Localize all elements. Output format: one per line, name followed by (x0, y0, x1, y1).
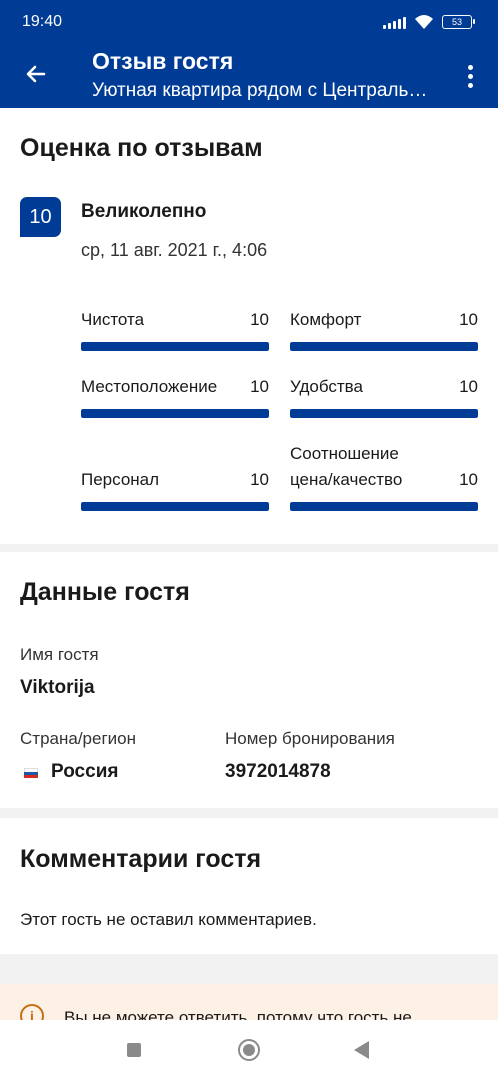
wifi-icon (415, 15, 433, 29)
category-bar (81, 502, 269, 511)
back-button[interactable] (18, 56, 54, 92)
category-score: 10 (250, 377, 269, 396)
battery-level: 53 (451, 17, 462, 27)
arrow-left-icon (26, 65, 46, 83)
booking-number-label: Номер бронирования (225, 729, 395, 748)
category-score: 10 (250, 470, 269, 489)
category-score: 10 (459, 377, 478, 396)
category-bar (81, 342, 269, 351)
category-score: 10 (250, 310, 269, 329)
category-label-line1: Соотношение (290, 444, 399, 463)
more-options-button[interactable] (456, 58, 484, 94)
info-icon: i (20, 1004, 44, 1020)
system-nav-bar (0, 1020, 498, 1080)
category-bar (290, 342, 478, 351)
category-bar-fill (290, 502, 478, 511)
status-time: 19:40 (22, 13, 63, 30)
system-back-button[interactable] (354, 1041, 369, 1059)
guest-section-title: Данные гостя (20, 578, 190, 606)
booking-number: 3972014878 (225, 761, 331, 782)
category-label: Персонал (81, 470, 160, 489)
score-word: Великолепно (81, 201, 207, 222)
guest-section: Данные гостя Имя гостя Viktorija Страна/… (0, 552, 498, 808)
score-badge: 10 (20, 197, 61, 237)
category-label-line2: цена/качество (290, 470, 403, 489)
category-score: 10 (459, 470, 478, 489)
app-bar: Отзыв гостя Уютная квартира рядом с Цент… (0, 44, 498, 108)
page-title: Отзыв гостя (92, 48, 234, 74)
comment-text: Этот гость не оставил комментариев. (20, 910, 317, 929)
category-location: Местоположение 10 (81, 373, 269, 421)
country-label: Страна/регион (20, 729, 136, 748)
rating-section: Оценка по отзывам 10 Великолепно ср, 11 … (0, 108, 498, 544)
category-bar-fill (81, 502, 269, 511)
rating-section-title: Оценка по отзывам (20, 134, 263, 162)
category-label: Чистота (81, 310, 145, 329)
home-button[interactable] (238, 1039, 260, 1061)
status-bar: 19:40 53 (0, 0, 498, 44)
category-bar-fill (81, 409, 269, 418)
category-bar-fill (81, 342, 269, 351)
category-bar (290, 409, 478, 418)
guest-name-label: Имя гостя (20, 645, 99, 664)
comments-section-title: Комментарии гостя (20, 845, 262, 873)
category-bar-fill (290, 342, 478, 351)
status-icons: 53 (383, 12, 475, 32)
category-label: Комфорт (290, 310, 362, 329)
category-label: Местоположение (81, 377, 218, 396)
category-comfort: Комфорт 10 (290, 306, 478, 354)
comments-section: Комментарии гостя Этот гость не оставил … (0, 818, 498, 954)
signal-icon (383, 15, 406, 29)
category-staff: Персонал 10 (81, 440, 269, 520)
category-bar (290, 502, 478, 511)
category-bar-fill (290, 409, 478, 418)
battery-icon: 53 (442, 15, 475, 29)
category-cleanliness: Чистота 10 (81, 306, 269, 354)
recents-button[interactable] (127, 1043, 141, 1057)
category-value-for-money: Соотношение цена/качество 10 (290, 440, 478, 520)
category-score: 10 (459, 310, 478, 329)
russia-flag-icon (24, 768, 38, 778)
notice-text: Вы не можете ответить, потому что гость … (64, 1008, 412, 1020)
country: Россия (51, 761, 119, 782)
category-facilities: Удобства 10 (290, 373, 478, 421)
category-label: Удобства (290, 377, 363, 396)
page-subtitle: Уютная квартира рядом с Центральным (92, 80, 436, 101)
more-vertical-icon (467, 64, 473, 70)
reply-notice: i Вы не можете ответить, потому что гост… (0, 984, 498, 1020)
guest-name: Viktorija (20, 677, 95, 698)
category-bar (81, 409, 269, 418)
review-date: ср, 11 авг. 2021 г., 4:06 (81, 240, 268, 260)
